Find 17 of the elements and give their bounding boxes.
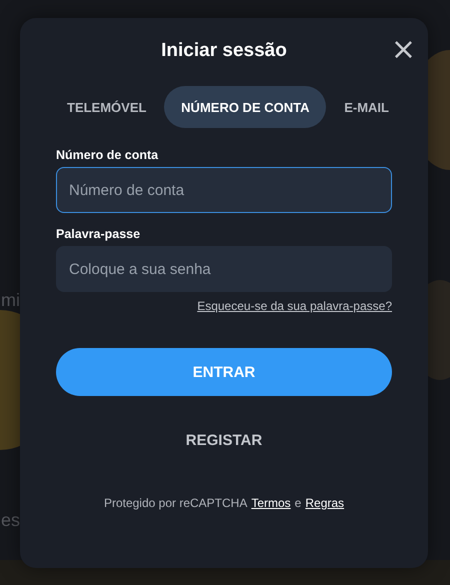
- dialog-title: Iniciar sessão: [161, 40, 287, 62]
- input-field[interactable]: Coloque a sua senha: [56, 246, 392, 292]
- tab[interactable]: TELEMÓVEL: [50, 86, 164, 128]
- terms-link[interactable]: Termos: [251, 496, 291, 510]
- close-button[interactable]: ×: [390, 38, 416, 62]
- recaptcha-note: Protegido por reCAPTCHA: [104, 496, 248, 510]
- field-label: Número de conta: [56, 148, 160, 162]
- register-button[interactable]: REGISTAR: [186, 432, 262, 449]
- forgot-password-link[interactable]: Esqueceu-se da sua palavra-passe?: [197, 299, 392, 313]
- background-text: mi: [1, 290, 20, 311]
- background-text: es: [1, 510, 20, 531]
- rules-link[interactable]: Regras: [305, 496, 344, 510]
- field-label: Palavra-passe: [56, 227, 142, 241]
- tab[interactable]: NÚMERO DE CONTA: [164, 86, 326, 128]
- input-field[interactable]: Número de conta: [56, 167, 392, 213]
- tab[interactable]: E-MAIL: [327, 86, 406, 128]
- conjunction-text: e: [294, 496, 302, 510]
